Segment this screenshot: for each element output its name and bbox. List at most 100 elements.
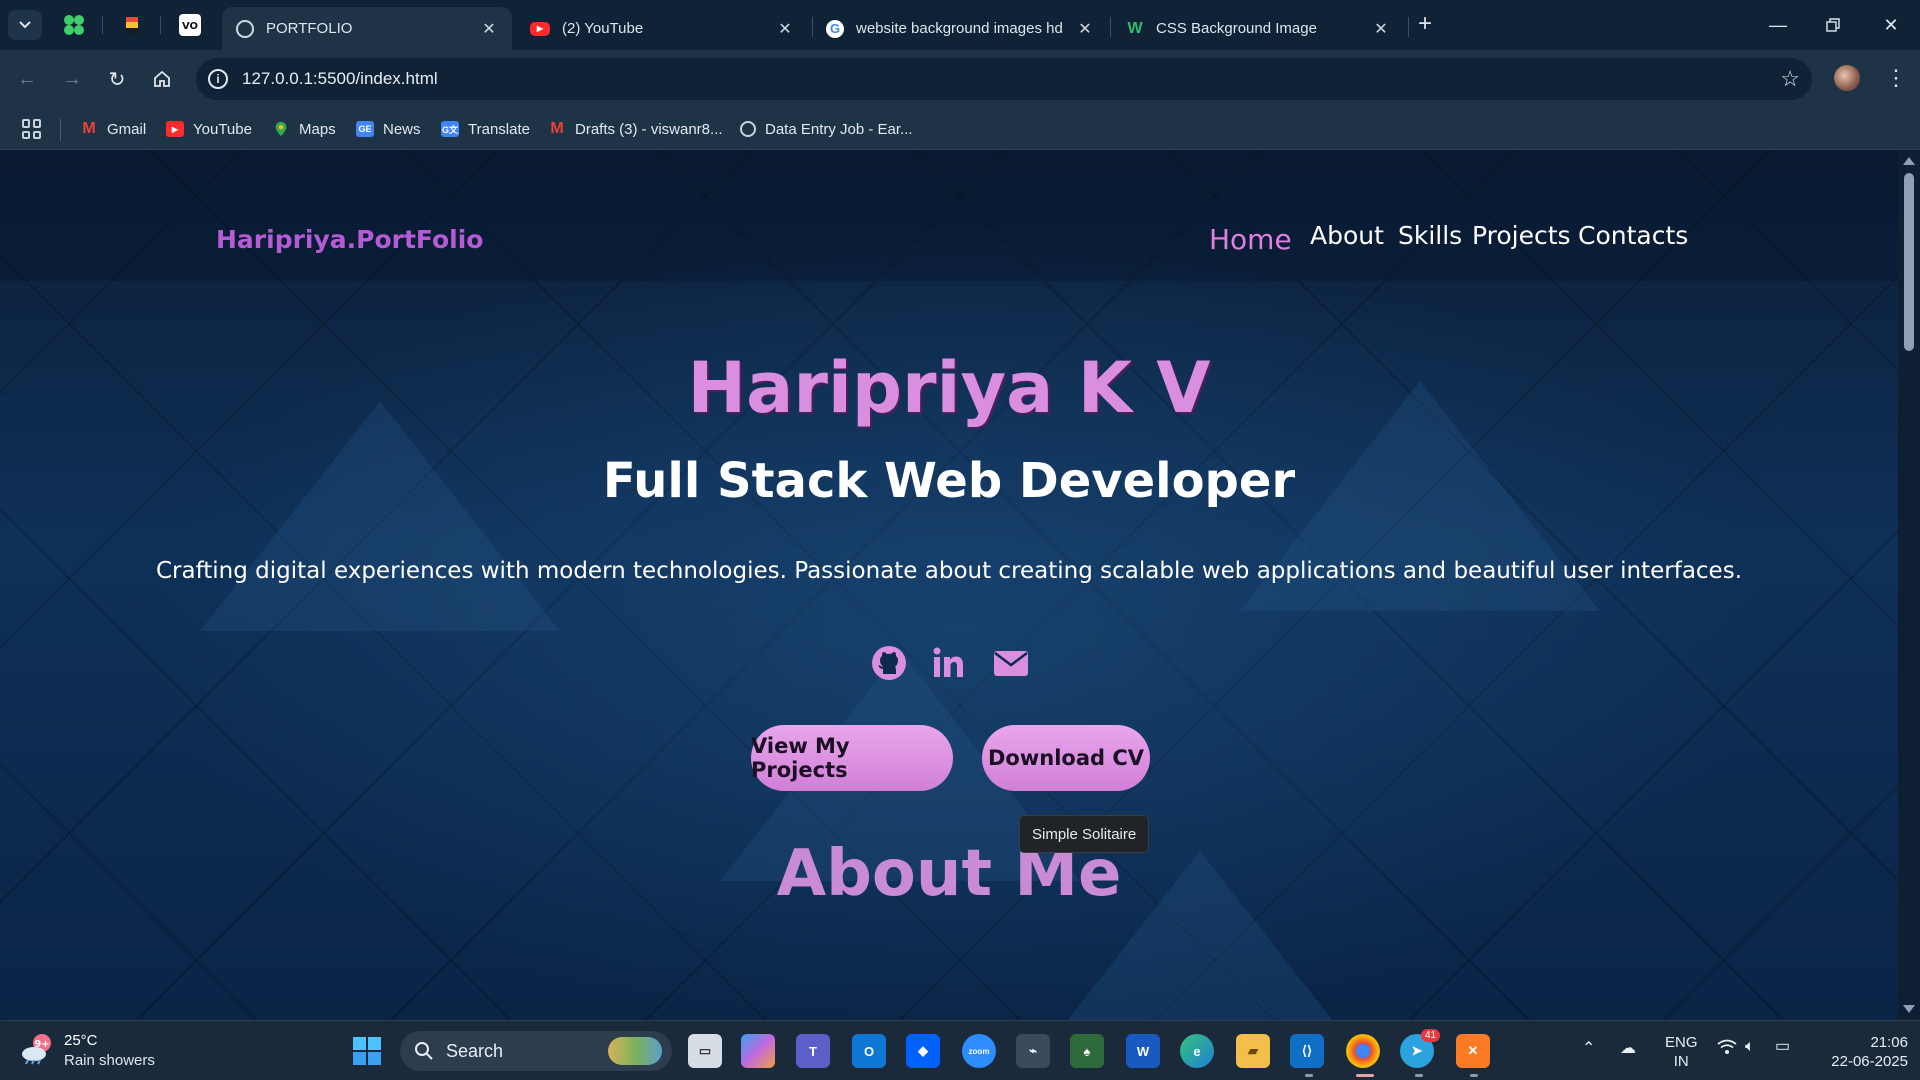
rain-cloud-icon: 9+ — [22, 1034, 51, 1065]
language-indicator[interactable]: ENG IN — [1665, 1033, 1698, 1071]
news-icon: GE — [356, 121, 374, 137]
close-icon[interactable]: ✕ — [774, 19, 796, 39]
restore-icon — [1826, 18, 1840, 32]
address-bar[interactable]: i 127.0.0.1:5500/index.html ☆ — [196, 58, 1812, 100]
tab-css-background[interactable]: W CSS Background Image ✕ — [1112, 7, 1404, 50]
search-highlight-image — [608, 1037, 662, 1065]
plus-icon: + — [1418, 10, 1433, 37]
bookmarks-bar: M Gmail ▶ YouTube Maps GE News G文 Transl… — [0, 108, 1920, 150]
chevron-up-icon[interactable]: ⌃ — [1582, 1039, 1595, 1058]
email-link[interactable] — [992, 644, 1030, 682]
tab-portfolio[interactable]: PORTFOLIO ✕ — [222, 7, 512, 50]
youtube-icon: ▶ — [166, 121, 184, 137]
home-icon — [154, 70, 170, 87]
w3schools-icon: W — [1127, 19, 1143, 37]
page-viewport: Haripriya.PortFolio Home About Skills Pr… — [0, 151, 1920, 1020]
scroll-down-icon[interactable] — [1903, 1005, 1915, 1013]
bookmark-news[interactable]: GE News — [356, 117, 421, 141]
dropbox-icon[interactable]: ◆ — [906, 1034, 940, 1068]
profile-avatar[interactable] — [1834, 65, 1860, 91]
taskbar-search[interactable]: Search — [400, 1031, 672, 1071]
task-view-icon[interactable]: ▭ — [688, 1034, 722, 1068]
apps-icon[interactable] — [22, 119, 42, 139]
word-icon[interactable]: W — [1126, 1034, 1160, 1068]
bookmark-translate[interactable]: G文 Translate — [441, 117, 530, 141]
tab-title: CSS Background Image — [1156, 20, 1317, 37]
download-cv-button[interactable]: Download CV — [982, 725, 1150, 791]
scrollbar-thumb[interactable] — [1904, 173, 1914, 351]
nav-projects[interactable]: Projects — [1472, 221, 1571, 250]
cast-icon[interactable]: ⌁ — [1016, 1034, 1050, 1068]
bookmark-drafts[interactable]: M Drafts (3) - viswanr8... — [548, 117, 722, 141]
wifi-icon[interactable] — [1717, 1039, 1737, 1060]
close-icon[interactable]: ✕ — [1074, 19, 1096, 39]
telegram-badge: 41 — [1421, 1029, 1441, 1042]
site-info-icon[interactable]: i — [208, 69, 228, 89]
nav-contacts[interactable]: Contacts — [1578, 221, 1688, 250]
bookmark-label: Translate — [468, 120, 530, 138]
bookmark-gmail[interactable]: M Gmail — [80, 117, 146, 141]
minimize-button[interactable]: — — [1755, 10, 1801, 40]
close-icon[interactable]: ✕ — [478, 19, 500, 39]
tab-title: PORTFOLIO — [266, 20, 353, 37]
bookmark-data-entry[interactable]: Data Entry Job - Ear... — [740, 117, 913, 141]
reload-button[interactable]: ↻ — [102, 64, 132, 94]
forward-button[interactable]: → — [57, 64, 87, 94]
nav-home[interactable]: Home — [1209, 223, 1292, 256]
close-icon[interactable]: ✕ — [1370, 19, 1392, 39]
pinned-tab-app-grid[interactable] — [54, 8, 94, 42]
tab-google-search[interactable]: G website background images hd ✕ — [812, 7, 1108, 50]
close-window-button[interactable]: ✕ — [1868, 10, 1914, 40]
running-indicator — [1415, 1074, 1423, 1077]
globe-icon — [740, 121, 756, 137]
more-vert-icon: ⋮ — [1885, 65, 1907, 90]
volume-icon[interactable]: 🔈︎ — [1745, 1037, 1755, 1056]
browser-menu-button[interactable]: ⋮ — [1885, 64, 1907, 92]
teams-icon[interactable]: T — [796, 1034, 830, 1068]
back-button[interactable]: ← — [12, 64, 42, 94]
search-label: Search — [446, 1040, 504, 1061]
xampp-icon[interactable]: ✕ — [1456, 1034, 1490, 1068]
bookmark-star-icon[interactable]: ☆ — [1780, 66, 1800, 92]
tab-search-button[interactable] — [8, 10, 42, 40]
chevron-down-icon — [19, 21, 31, 29]
nav-about[interactable]: About — [1310, 221, 1384, 250]
restore-button[interactable] — [1810, 10, 1856, 40]
page-scrollbar[interactable] — [1898, 151, 1920, 1020]
browser-toolbar: ← → ↻ i 127.0.0.1:5500/index.html ☆ — [0, 50, 1920, 108]
copilot-icon[interactable] — [741, 1034, 775, 1068]
pinned-tab-vue[interactable]: VO — [170, 8, 210, 42]
zoom-icon[interactable]: zoom — [962, 1034, 996, 1068]
windows-logo-icon — [353, 1037, 381, 1065]
solitaire-icon[interactable]: ♠ — [1070, 1034, 1104, 1068]
battery-icon[interactable]: ▭ — [1775, 1037, 1790, 1056]
file-explorer-icon[interactable]: ▰ — [1236, 1034, 1270, 1068]
start-button[interactable] — [350, 1034, 384, 1068]
hero-name: Haripriya K V — [687, 347, 1211, 429]
pinned-tab-flag[interactable] — [112, 8, 152, 42]
edge-icon[interactable]: e — [1180, 1034, 1214, 1068]
new-tab-button[interactable]: + — [1418, 12, 1432, 36]
translate-icon: G文 — [441, 121, 459, 137]
vscode-icon[interactable]: ⟨⟩ — [1290, 1034, 1324, 1068]
tab-youtube[interactable]: ▶ (2) YouTube ✕ — [516, 7, 808, 50]
github-link[interactable] — [870, 644, 908, 682]
site-logo[interactable]: Haripriya.PortFolio — [216, 225, 483, 254]
background-triangle — [200, 401, 560, 631]
onedrive-icon[interactable]: ☁ — [1620, 1039, 1636, 1058]
language-bottom: IN — [1673, 1053, 1689, 1070]
home-button[interactable] — [147, 64, 177, 94]
bookmark-maps[interactable]: Maps — [272, 117, 336, 141]
bookmark-youtube[interactable]: ▶ YouTube — [166, 117, 252, 141]
outlook-icon[interactable]: O — [852, 1034, 886, 1068]
weather-widget[interactable]: 9+ — [20, 1033, 56, 1065]
nav-skills[interactable]: Skills — [1398, 221, 1462, 250]
clock[interactable]: 21:06 22-06-2025 — [1814, 1033, 1908, 1071]
linkedin-link[interactable] — [930, 644, 968, 682]
url-text[interactable]: 127.0.0.1:5500/index.html — [242, 69, 438, 89]
view-projects-button[interactable]: View My Projects — [751, 725, 953, 791]
chrome-icon[interactable] — [1346, 1034, 1380, 1068]
bookmark-label: YouTube — [193, 120, 252, 138]
scroll-up-icon[interactable] — [1903, 157, 1915, 165]
active-indicator — [1356, 1074, 1374, 1077]
